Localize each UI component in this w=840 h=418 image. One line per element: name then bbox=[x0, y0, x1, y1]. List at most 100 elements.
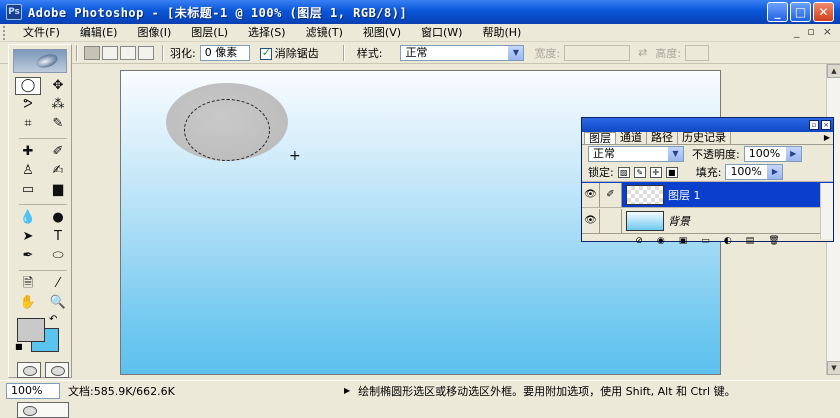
move-tool[interactable]: ✥ bbox=[45, 77, 71, 95]
layer-row-layer1[interactable]: 👁 ✐ 图层 1 bbox=[582, 181, 833, 207]
eye-icon[interactable]: 👁 bbox=[582, 182, 600, 207]
tab-paths[interactable]: 路径 bbox=[647, 132, 678, 144]
window-title: Adobe Photoshop - [未标题-1 @ 100% (图层 1, R… bbox=[28, 5, 408, 20]
new-selection-button[interactable] bbox=[84, 45, 100, 60]
swap-dimensions-icon[interactable]: ⇄ bbox=[638, 46, 647, 59]
blur-tool[interactable]: 💧 bbox=[15, 209, 41, 227]
eraser-tool[interactable]: ▭ bbox=[15, 181, 41, 199]
magic-wand-tool[interactable]: ⁂ bbox=[45, 96, 71, 114]
lasso-tool[interactable]: ᕗ bbox=[15, 96, 41, 114]
link-layers-icon[interactable]: ⊘ bbox=[635, 236, 643, 246]
scroll-up-icon[interactable]: ▲ bbox=[827, 64, 840, 78]
foreground-color-swatch[interactable] bbox=[17, 318, 45, 342]
default-colors-icon[interactable]: ■ bbox=[15, 342, 23, 351]
clone-stamp-tool[interactable]: ♙ bbox=[15, 162, 41, 180]
width-input[interactable] bbox=[564, 44, 631, 61]
adjustment-layer-icon[interactable]: ◐ bbox=[724, 236, 732, 246]
options-separator bbox=[162, 44, 164, 61]
lock-all-icon[interactable]: ■ bbox=[665, 166, 678, 178]
intersect-selection-button[interactable] bbox=[138, 45, 154, 60]
crosshair-cursor-icon: + bbox=[289, 148, 301, 164]
panel-minimize-button[interactable]: ▫ bbox=[809, 120, 819, 130]
layer-style-icon[interactable]: ◉ bbox=[657, 236, 665, 246]
pen-tool[interactable]: ✒ bbox=[15, 247, 41, 265]
toolbox-separator bbox=[19, 134, 67, 139]
brush-tool[interactable]: ✐ bbox=[45, 143, 71, 161]
eyedropper-tool[interactable]: ⁄ bbox=[45, 275, 71, 293]
gradient-tool[interactable]: ▆ bbox=[45, 181, 71, 199]
jump-to-imageready-button[interactable] bbox=[17, 402, 69, 418]
healing-brush-tool[interactable]: ✚ bbox=[15, 143, 41, 161]
lock-fill-row: 锁定: ▨ ✎ ✛ ■ 填充: 100% ▶ bbox=[582, 163, 833, 181]
doc-minimize-button[interactable]: _ bbox=[794, 25, 800, 38]
menu-layer[interactable]: 图层(L) bbox=[181, 24, 238, 42]
photoshop-feather-logo[interactable] bbox=[13, 49, 67, 73]
feather-input[interactable]: 0 像素 bbox=[199, 44, 250, 61]
photoshop-icon[interactable]: Ps bbox=[6, 4, 22, 20]
quick-mask-button[interactable] bbox=[45, 362, 69, 378]
crop-tool[interactable]: ⌗ bbox=[15, 115, 41, 133]
panel-menu-icon[interactable]: ▶ bbox=[821, 132, 833, 144]
mask-mode-row bbox=[17, 362, 71, 378]
style-select[interactable]: 正常 ▼ bbox=[400, 44, 525, 61]
menu-file[interactable]: 文件(F) bbox=[13, 24, 70, 42]
hand-tool[interactable]: ✋ bbox=[15, 294, 41, 312]
layer-mask-icon[interactable]: ▣ bbox=[679, 236, 688, 246]
zoom-tool[interactable]: 🔍 bbox=[45, 294, 71, 312]
type-tool[interactable]: T bbox=[45, 228, 71, 246]
antialias-label: 消除锯齿 bbox=[274, 46, 319, 60]
tab-channels[interactable]: 通道 bbox=[616, 132, 647, 144]
fill-input[interactable]: 100% ▶ bbox=[725, 164, 784, 180]
menu-help[interactable]: 帮助(H) bbox=[472, 24, 531, 42]
swap-colors-icon[interactable]: ↶ bbox=[49, 314, 57, 325]
history-brush-tool[interactable]: ✍ bbox=[45, 162, 71, 180]
tab-layers[interactable]: 图层 bbox=[584, 132, 616, 145]
brush-icon[interactable]: ✐ bbox=[600, 182, 622, 207]
lock-transparency-icon[interactable]: ▨ bbox=[617, 166, 630, 178]
new-group-icon[interactable]: ▭ bbox=[701, 236, 710, 246]
eye-icon[interactable]: 👁 bbox=[582, 208, 600, 233]
menu-filter[interactable]: 滤镜(T) bbox=[296, 24, 353, 42]
link-slot[interactable] bbox=[600, 208, 622, 233]
menu-edit[interactable]: 编辑(E) bbox=[70, 24, 128, 42]
doc-close-button[interactable]: × bbox=[823, 25, 832, 38]
menu-view[interactable]: 视图(V) bbox=[353, 24, 411, 42]
standard-mode-button[interactable] bbox=[17, 362, 41, 378]
layers-panel: ▫ × 图层 通道 路径 历史记录 ▶ 正常 ▼ 不透明度: 100% ▶ 锁定: … bbox=[581, 117, 834, 246]
path-selection-tool[interactable]: ➤ bbox=[15, 228, 41, 246]
tab-history[interactable]: 历史记录 bbox=[678, 132, 731, 144]
doc-restore-button[interactable]: ▫ bbox=[807, 25, 814, 38]
blend-mode-select[interactable]: 正常 ▼ bbox=[588, 146, 684, 162]
layers-scrollbar[interactable] bbox=[820, 183, 833, 239]
chevron-right-icon: ▶ bbox=[767, 165, 783, 179]
lock-position-icon[interactable]: ✛ bbox=[649, 166, 662, 178]
slice-tool[interactable]: ✎ bbox=[45, 115, 71, 133]
add-selection-button[interactable] bbox=[102, 45, 118, 60]
antialias-checkbox[interactable] bbox=[259, 46, 272, 60]
maximize-button[interactable]: □ bbox=[790, 2, 811, 22]
dodge-tool[interactable]: ● bbox=[45, 209, 71, 227]
panel-close-button[interactable]: × bbox=[821, 120, 831, 130]
elliptical-selection-marquee[interactable] bbox=[184, 99, 270, 161]
menu-select[interactable]: 选择(S) bbox=[238, 24, 296, 42]
height-input[interactable] bbox=[685, 44, 710, 61]
layer-row-background[interactable]: 👁 背景 🔒 bbox=[582, 207, 833, 233]
antialias-control[interactable]: 消除锯齿 bbox=[259, 45, 319, 61]
zoom-field[interactable]: 100% bbox=[6, 382, 60, 399]
close-button[interactable]: ✕ bbox=[813, 2, 834, 22]
lock-pixels-icon[interactable]: ✎ bbox=[633, 166, 646, 178]
menu-window[interactable]: 窗口(W) bbox=[411, 24, 472, 42]
minimize-button[interactable]: _ bbox=[767, 2, 788, 22]
opacity-input[interactable]: 100% ▶ bbox=[743, 146, 802, 162]
shape-tool[interactable]: ⬭ bbox=[45, 247, 71, 265]
elliptical-marquee-tool[interactable]: ◯ bbox=[15, 77, 41, 95]
new-layer-icon[interactable]: ▤ bbox=[746, 236, 755, 246]
status-menu-icon[interactable]: ▶ bbox=[344, 386, 350, 395]
layer-name: 背景 bbox=[668, 214, 690, 228]
notes-tool[interactable]: 🗎 bbox=[15, 275, 41, 293]
toolbox-separator bbox=[19, 200, 67, 205]
subtract-selection-button[interactable] bbox=[120, 45, 136, 60]
scroll-down-icon[interactable]: ▼ bbox=[827, 361, 840, 375]
menu-image[interactable]: 图像(I) bbox=[127, 24, 181, 42]
trash-icon[interactable]: 🗑 bbox=[768, 236, 779, 246]
